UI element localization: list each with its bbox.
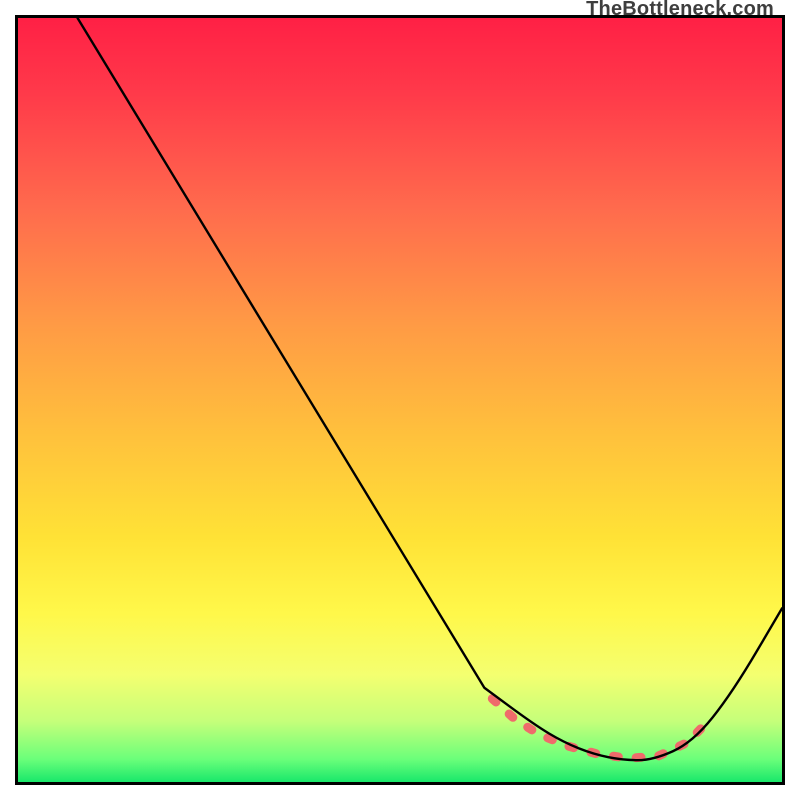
chart-frame bbox=[15, 15, 785, 785]
watermark: TheBottleneck.com bbox=[586, 0, 774, 21]
plot-svg bbox=[18, 18, 782, 782]
bottleneck-curve bbox=[78, 18, 782, 760]
optimal-zone-dots bbox=[492, 699, 712, 759]
